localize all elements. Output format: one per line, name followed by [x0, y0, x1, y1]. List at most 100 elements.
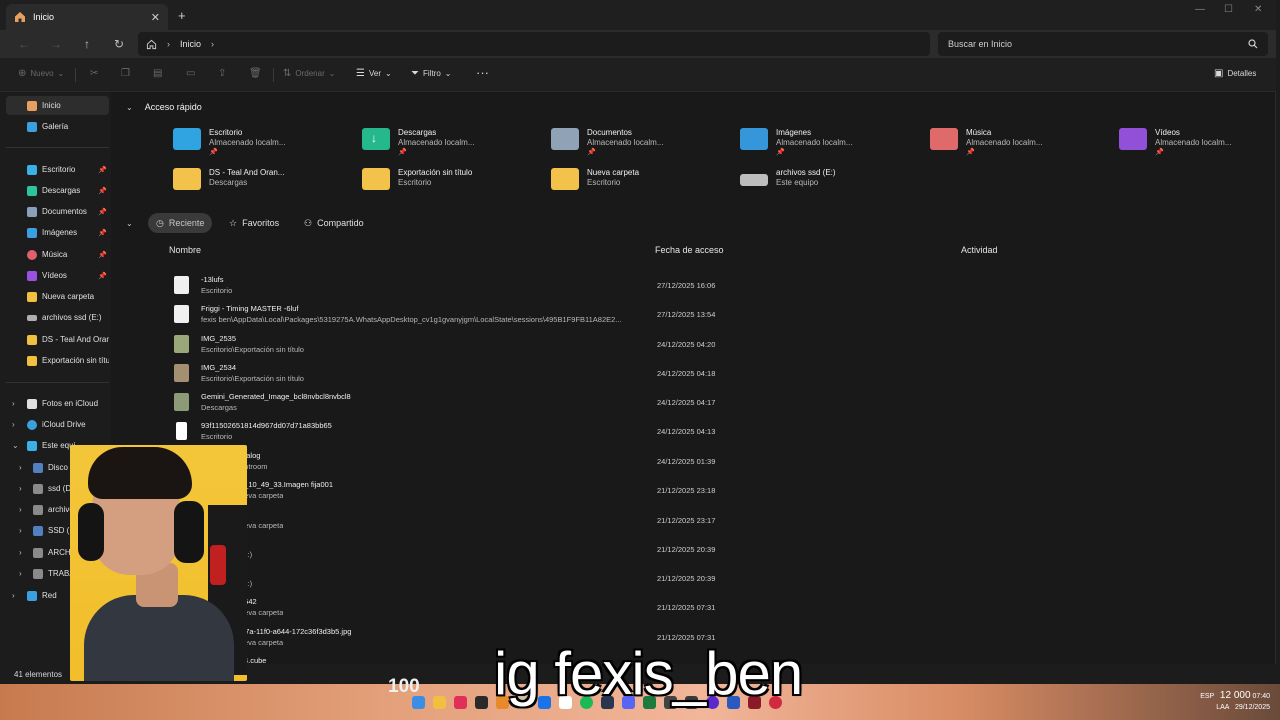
- chevron-right-icon[interactable]: ›: [19, 526, 22, 535]
- column-header-activity[interactable]: Actividad: [961, 245, 998, 255]
- pin-icon[interactable]: 📌: [98, 187, 107, 195]
- breadcrumb[interactable]: Inicio: [180, 39, 201, 49]
- share-button[interactable]: ⇪: [218, 68, 226, 79]
- sidebar-item-inicio[interactable]: Inicio: [6, 96, 109, 115]
- quick-access-musica[interactable]: Música Almacenado localm... 📌: [930, 128, 1110, 156]
- sidebar-item-descargas[interactable]: Descargas 📌: [6, 181, 109, 200]
- chevron-right-icon[interactable]: ›: [12, 420, 15, 429]
- sidebar-item-label: Documentos: [42, 207, 87, 216]
- copy-button[interactable]: ❐: [121, 68, 130, 79]
- table-row[interactable]: 0_10_49_33.Imagen fija001 ueva carpeta 21/…: [168, 477, 1268, 506]
- filter-favoritos[interactable]: ☆ Favoritos: [221, 213, 287, 233]
- table-row[interactable]: -13lufs Escritorio 27/12/2025 16:06: [168, 272, 1268, 301]
- table-row[interactable]: atalog ghtroom 24/12/2025 01:39: [168, 448, 1268, 477]
- sidebar-item-archivos-ssd[interactable]: archivos ssd (E:): [6, 308, 109, 327]
- sidebar-item-label: Descargas: [42, 186, 81, 195]
- app-icon[interactable]: [475, 696, 488, 709]
- filter-label: Filtro: [423, 69, 441, 78]
- chevron-down-icon[interactable]: ⌄: [126, 103, 133, 112]
- chevron-right-icon[interactable]: ›: [19, 569, 22, 578]
- new-button[interactable]: ⊕ Nuevo ⌄: [18, 68, 64, 79]
- quick-access-archivos-ssd[interactable]: archivos ssd (E:) Este equipo: [740, 168, 920, 187]
- chevron-right-icon[interactable]: ›: [211, 39, 214, 49]
- chevron-down-icon[interactable]: ⌄: [12, 441, 19, 450]
- quick-access-documentos[interactable]: Documentos Almacenado localm... 📌: [551, 128, 731, 156]
- system-tray[interactable]: ESP 12 000 07:40 LAA 29/12/2025: [1200, 690, 1270, 713]
- table-row[interactable]: ueva carpeta 21/12/2025 23:17: [168, 507, 1268, 536]
- pin-icon[interactable]: 📌: [98, 272, 107, 280]
- minimize-icon[interactable]: —: [1195, 4, 1205, 15]
- chevron-right-icon[interactable]: ›: [19, 505, 22, 514]
- sort-button[interactable]: ⇅ Ordenar ⌄: [283, 68, 335, 79]
- quick-access-ds-teal[interactable]: DS - Teal And Oran... Descargas: [173, 168, 353, 190]
- up-arrow-icon[interactable]: ↑: [79, 36, 95, 52]
- forward-arrow-icon[interactable]: →: [48, 36, 64, 52]
- tab-inicio[interactable]: Inicio ✕: [6, 4, 168, 30]
- chevron-right-icon[interactable]: ›: [12, 399, 15, 408]
- table-row[interactable]: 93f11502651814d967dd07d71a83bb65 Escritor…: [168, 418, 1268, 447]
- delete-button[interactable]: 🗑: [249, 68, 262, 79]
- chevron-down-icon[interactable]: ⌄: [126, 219, 133, 228]
- more-options-button[interactable]: ···: [476, 65, 489, 80]
- back-arrow-icon[interactable]: ←: [16, 36, 32, 52]
- table-row[interactable]: 0542 ueva carpeta 21/12/2025 07:31: [168, 594, 1268, 623]
- quick-access-descargas[interactable]: ↓ Descargas Almacenado localm... 📌: [362, 128, 542, 156]
- paste-button[interactable]: ▤: [153, 68, 162, 79]
- new-tab-button[interactable]: +: [178, 8, 186, 23]
- sidebar-item-videos[interactable]: Vídeos 📌: [6, 266, 109, 285]
- sidebar-item-documentos[interactable]: Documentos 📌: [6, 202, 109, 221]
- table-row[interactable]: (E:)21/12/2025 20:39: [168, 536, 1268, 565]
- sidebar-item-ds-teal[interactable]: DS - Teal And Oran: [6, 330, 109, 349]
- command-bar: ⊕ Nuevo ⌄ ✂ ❐ ▤ ▭ ⇪ 🗑 ⇅ Ordenar ⌄ ☰ Ver ⌄ ⏷ Fil…: [0, 58, 1276, 92]
- chevron-right-icon[interactable]: ›: [12, 591, 15, 600]
- table-row[interactable]: Friggi - Timing MASTER -6luf fexis ben\Ap…: [168, 301, 1268, 330]
- address-bar[interactable]: › Inicio ›: [138, 32, 930, 56]
- quick-access-escritorio[interactable]: Escritorio Almacenado localm... 📌: [173, 128, 353, 156]
- sidebar-item-escritorio[interactable]: Escritorio 📌: [6, 160, 109, 179]
- quick-access-videos[interactable]: Vídeos Almacenado localm... 📌: [1119, 128, 1269, 156]
- pin-icon[interactable]: 📌: [98, 208, 107, 216]
- refresh-icon[interactable]: ↻: [111, 36, 127, 52]
- sidebar-item-nueva-carpeta[interactable]: Nueva carpeta: [6, 287, 109, 306]
- file-date: 27/12/2025 13:54: [657, 310, 716, 319]
- column-header-name[interactable]: Nombre: [169, 245, 201, 255]
- chevron-right-icon[interactable]: ›: [19, 484, 22, 493]
- search-input[interactable]: [948, 39, 1228, 49]
- cut-button[interactable]: ✂: [90, 68, 98, 79]
- pin-icon[interactable]: 📌: [98, 166, 107, 174]
- sidebar-item-icloud-drive[interactable]: › iCloud Drive: [6, 415, 109, 434]
- details-button[interactable]: ▣ Detalles: [1214, 68, 1256, 79]
- maximize-icon[interactable]: ☐: [1224, 4, 1233, 15]
- chevron-right-icon[interactable]: ›: [19, 463, 22, 472]
- quick-access-header[interactable]: ⌄ Acceso rápido: [126, 102, 202, 112]
- language-indicator: ESP: [1200, 693, 1215, 700]
- filter-compartido[interactable]: ⚇ Compartido: [296, 213, 372, 233]
- view-button[interactable]: ☰ Ver ⌄: [356, 68, 392, 79]
- table-row[interactable]: IMG_2535 Escritorio\Exportación sin títul…: [168, 331, 1268, 360]
- file-name: IMG_2534: [201, 363, 237, 372]
- chevron-right-icon[interactable]: ›: [19, 548, 22, 557]
- rename-button[interactable]: ▭: [186, 68, 195, 79]
- windows-start-icon[interactable]: [412, 696, 425, 709]
- filter-reciente[interactable]: ◷ Reciente: [148, 213, 213, 233]
- table-row[interactable]: Gemini_Generated_Image_bcl8nvbcl8nvbcl8 D…: [168, 389, 1268, 418]
- pin-icon[interactable]: 📌: [98, 251, 107, 259]
- sidebar-item-fotos-icloud[interactable]: › Fotos en iCloud: [6, 394, 109, 413]
- file-explorer-icon[interactable]: [433, 696, 446, 709]
- close-tab-icon[interactable]: ✕: [151, 11, 160, 24]
- table-row[interactable]: (E:)21/12/2025 20:39: [168, 565, 1268, 594]
- sidebar-item-exportacion[interactable]: Exportación sin títu: [6, 351, 109, 370]
- table-row[interactable]: IMG_2534 Escritorio\Exportación sin títul…: [168, 360, 1268, 389]
- sidebar-item-musica[interactable]: Música 📌: [6, 245, 109, 264]
- search-box[interactable]: [938, 32, 1268, 56]
- column-header-date[interactable]: Fecha de acceso: [655, 245, 724, 255]
- music-app-icon[interactable]: [454, 696, 467, 709]
- close-window-icon[interactable]: ✕: [1254, 4, 1262, 15]
- sidebar-item-galeria[interactable]: Galería: [6, 117, 109, 136]
- quick-access-exportacion[interactable]: Exportación sin título Escritorio: [362, 168, 542, 190]
- filter-button[interactable]: ⏷ Filtro ⌄: [411, 68, 451, 79]
- quick-access-nueva-carpeta[interactable]: Nueva carpeta Escritorio: [551, 168, 731, 190]
- pin-icon[interactable]: 📌: [98, 229, 107, 237]
- quick-access-imagenes[interactable]: Imágenes Almacenado localm... 📌: [740, 128, 920, 156]
- sidebar-item-imagenes[interactable]: Imágenes 📌: [6, 223, 109, 242]
